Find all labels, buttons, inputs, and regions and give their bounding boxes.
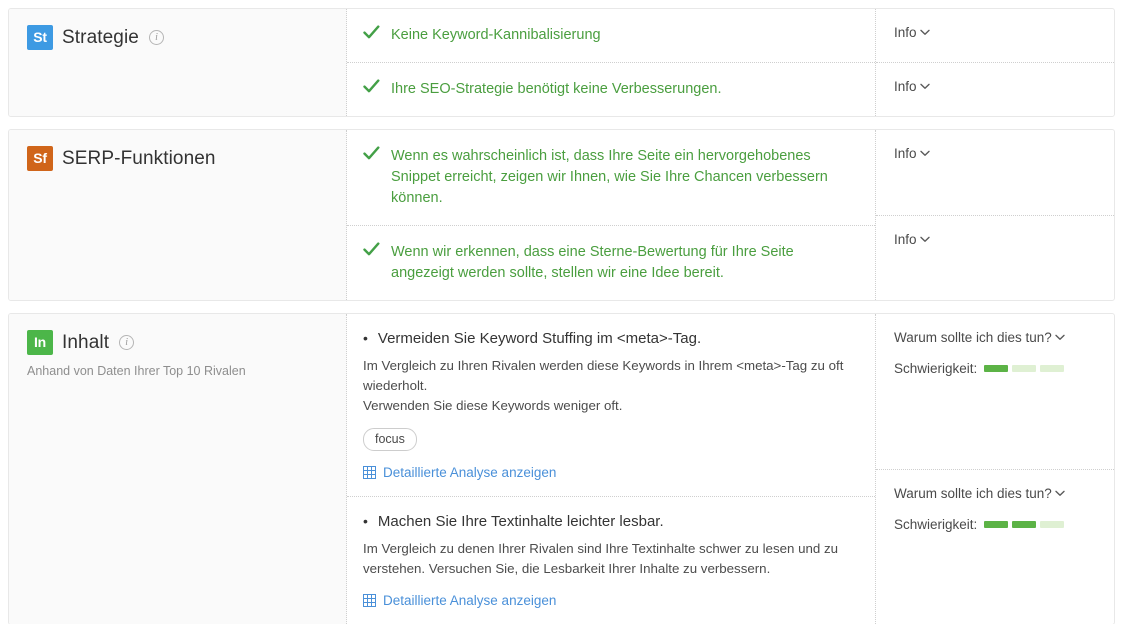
difficulty-label: Schwierigkeit: — [894, 361, 978, 376]
difficulty-row: Schwierigkeit: — [894, 361, 1096, 376]
side-toggle-label: Info — [894, 25, 917, 40]
section-side-serp-funktionen: Info Info — [876, 130, 1114, 300]
row-message: Keine Keyword-Kannibalisierung — [391, 27, 601, 43]
table-grid-icon — [363, 594, 376, 607]
chevron-down-icon — [919, 82, 930, 93]
section-title: Inhalt — [62, 331, 110, 353]
section-side-inhalt: Warum sollte ich dies tun? Schwierigkeit:… — [876, 314, 1114, 624]
check-icon — [363, 242, 380, 261]
difficulty-label: Schwierigkeit: — [894, 516, 978, 532]
section-header-serp-funktionen: Sf SERP-Funktionen — [9, 130, 347, 300]
why-should-i-toggle[interactable]: Warum sollte ich dies tun? — [894, 486, 1096, 501]
difficulty-bar — [1040, 365, 1065, 372]
section-title-row: Sf SERP-Funktionen — [27, 146, 328, 171]
table-row: Keine Keyword-Kannibalisierung — [347, 9, 875, 63]
difficulty-bar — [1040, 520, 1065, 528]
section-side-strategie: Info Info — [876, 9, 1114, 116]
idea-title-text: Vermeiden Sie Keyword Stuffing im <meta>… — [377, 330, 702, 347]
info-icon[interactable]: i — [119, 335, 135, 350]
section-subtitle: Anhand von Daten Ihrer Top 10 Rivalen — [27, 364, 246, 378]
section-title-row: In Inhalt i — [27, 330, 328, 355]
difficulty-bar — [1012, 365, 1037, 372]
chevron-down-icon — [919, 149, 930, 160]
detailed-analysis-link[interactable]: Detaillierte Analyse anzeigen — [363, 465, 857, 480]
side-cell: Info — [876, 9, 1114, 63]
table-row: Wenn wir erkennen, dass eine Sterne-Bewe… — [347, 226, 875, 300]
table-grid-icon — [363, 466, 376, 479]
section-rows-inhalt: • Vermeiden Sie Keyword Stuffing im <meta… — [347, 314, 876, 624]
section-badge-inhalt: In — [27, 330, 53, 355]
info-icon[interactable]: i — [148, 30, 164, 45]
check-icon — [363, 79, 380, 98]
chevron-down-icon — [1055, 489, 1065, 500]
idea-description: Im Vergleich zu denen Ihrer Rivalen sind… — [363, 541, 839, 576]
detailed-analysis-link[interactable]: Detaillierte Analyse anzeigen — [363, 593, 857, 608]
side-toggle-label: Info — [894, 146, 917, 161]
table-row: Ihre SEO-Strategie benötigt keine Verbes… — [347, 63, 875, 116]
side-toggle-label: Info — [894, 79, 917, 94]
detailed-analysis-label: Detaillierte Analyse anzeigen — [383, 465, 557, 480]
side-cell: Info — [876, 130, 1114, 216]
chevron-down-icon — [919, 235, 930, 246]
idea-description: Im Vergleich zu Ihren Rivalen werden die… — [363, 358, 844, 413]
section-header-strategie: St Strategie i — [9, 9, 347, 116]
difficulty-bar — [984, 365, 1009, 372]
side-cell: Info — [876, 216, 1114, 301]
check-icon — [363, 146, 380, 165]
section-card-strategie: St Strategie i Keine Keyword-Kannibalisieru… — [8, 8, 1115, 117]
section-header-inhalt: In Inhalt i Anhand von Daten Ihrer Top 10 R… — [9, 314, 347, 624]
section-title-row: St Strategie i — [27, 25, 328, 50]
row-message: Wenn wir erkennen, dass eine Sterne-Bewe… — [391, 244, 794, 281]
idea-title-row: • Vermeiden Sie Keyword Stuffing im <meta… — [363, 330, 857, 347]
info-toggle[interactable]: Info — [894, 232, 1096, 247]
section-title: SERP-Funktionen — [62, 147, 216, 169]
table-row: • Vermeiden Sie Keyword Stuffing im <meta… — [347, 314, 875, 497]
section-card-serp-funktionen: Sf SERP-Funktionen Wenn es wahrscheinlich … — [8, 129, 1115, 301]
section-rows-serp-funktionen: Wenn es wahrscheinlich ist, dass Ihre Se… — [347, 130, 876, 300]
row-message: Ihre SEO-Strategie benötigt keine Verbes… — [391, 81, 722, 97]
section-badge-serp-funktionen: Sf — [27, 146, 53, 171]
difficulty-meter — [984, 520, 1065, 528]
keyword-tag[interactable]: focus — [363, 428, 417, 451]
difficulty-bar — [1012, 520, 1037, 528]
side-toggle-label: Info — [894, 231, 917, 247]
info-toggle[interactable]: Info — [894, 25, 1096, 40]
idea-title-row: • Machen Sie Ihre Textinhalte leichter le… — [363, 513, 857, 530]
side-cell: Info — [876, 63, 1114, 116]
check-icon — [363, 25, 380, 44]
side-cell: Warum sollte ich dies tun? Schwierigkeit: — [876, 314, 1114, 470]
idea-tag-wrap: focus — [363, 416, 857, 451]
row-message: Wenn es wahrscheinlich ist, dass Ihre Se… — [391, 148, 828, 206]
info-toggle[interactable]: Info — [894, 79, 1096, 94]
side-toggle-label: Warum sollte ich dies tun? — [894, 330, 1052, 345]
difficulty-meter — [984, 365, 1065, 372]
side-cell: Warum sollte ich dies tun? Schwierigkeit: — [876, 470, 1114, 624]
why-should-i-toggle[interactable]: Warum sollte ich dies tun? — [894, 330, 1096, 345]
table-row: Wenn es wahrscheinlich ist, dass Ihre Se… — [347, 130, 875, 226]
bullet-icon: • — [363, 330, 368, 346]
difficulty-bar — [984, 520, 1009, 528]
side-toggle-label: Warum sollte ich dies tun? — [894, 485, 1052, 501]
table-row: • Machen Sie Ihre Textinhalte leichter le… — [347, 497, 875, 624]
section-title: Strategie — [62, 26, 139, 48]
seo-ideas-panel: St Strategie i Keine Keyword-Kannibalisieru… — [0, 0, 1123, 624]
info-toggle[interactable]: Info — [894, 146, 1096, 161]
section-card-inhalt: In Inhalt i Anhand von Daten Ihrer Top 10 R… — [8, 313, 1115, 624]
detailed-analysis-label: Detaillierte Analyse anzeigen — [383, 593, 557, 608]
chevron-down-icon — [1055, 333, 1065, 344]
chevron-down-icon — [919, 28, 930, 39]
idea-title-text: Machen Sie Ihre Textinhalte leichter les… — [377, 513, 664, 530]
section-badge-strategie: St — [27, 25, 53, 50]
section-rows-strategie: Keine Keyword-Kannibalisierung Ihre SEO-S… — [347, 9, 876, 116]
bullet-icon: • — [363, 513, 368, 529]
difficulty-row: Schwierigkeit: — [894, 517, 1096, 532]
